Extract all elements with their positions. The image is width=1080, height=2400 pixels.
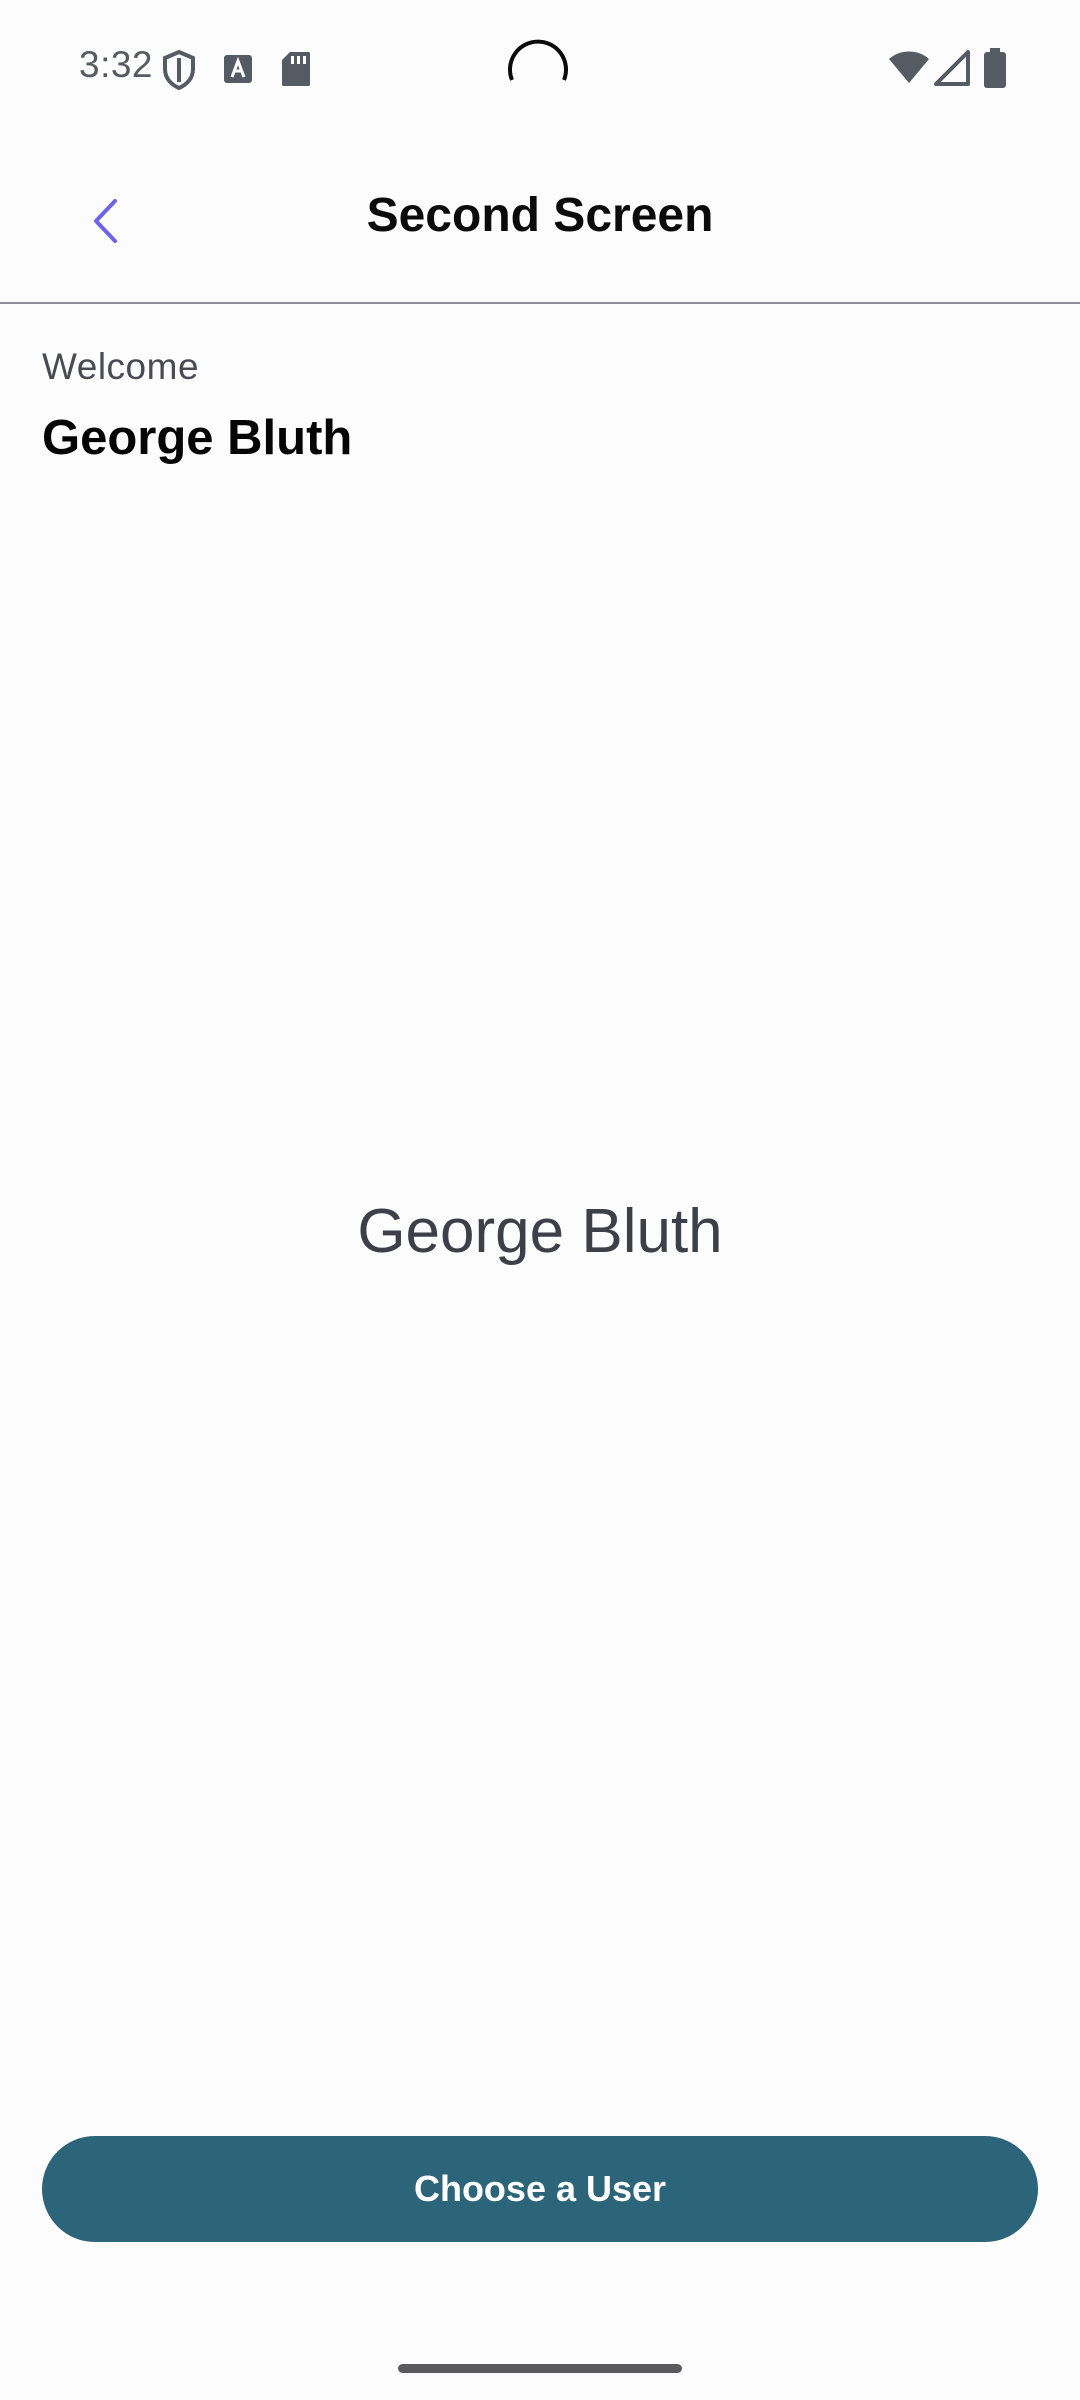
wifi-icon [889,51,929,83]
back-button[interactable] [70,186,140,256]
battery-icon [984,48,1006,88]
welcome-user-name: George Bluth [42,411,353,465]
shield-icon [163,50,195,90]
welcome-label: Welcome [42,346,200,387]
sd-card-icon [282,52,310,86]
cellular-signal-icon [934,50,970,86]
font-a-icon [224,55,252,83]
home-indicator[interactable] [398,2364,682,2373]
chevron-left-icon [94,199,117,243]
camera-cutout [508,39,568,81]
selected-user-name: George Bluth [357,1197,723,1266]
status-bar: 3:32 [0,0,1080,136]
page-title: Second Screen [366,189,714,242]
app-bar: Second Screen [0,136,1080,304]
choose-user-button[interactable]: Choose a User [42,2136,1038,2242]
second-screen: 3:32 Second Screen Welcome George Bluth … [0,0,1080,2400]
status-time: 3:32 [79,44,154,85]
